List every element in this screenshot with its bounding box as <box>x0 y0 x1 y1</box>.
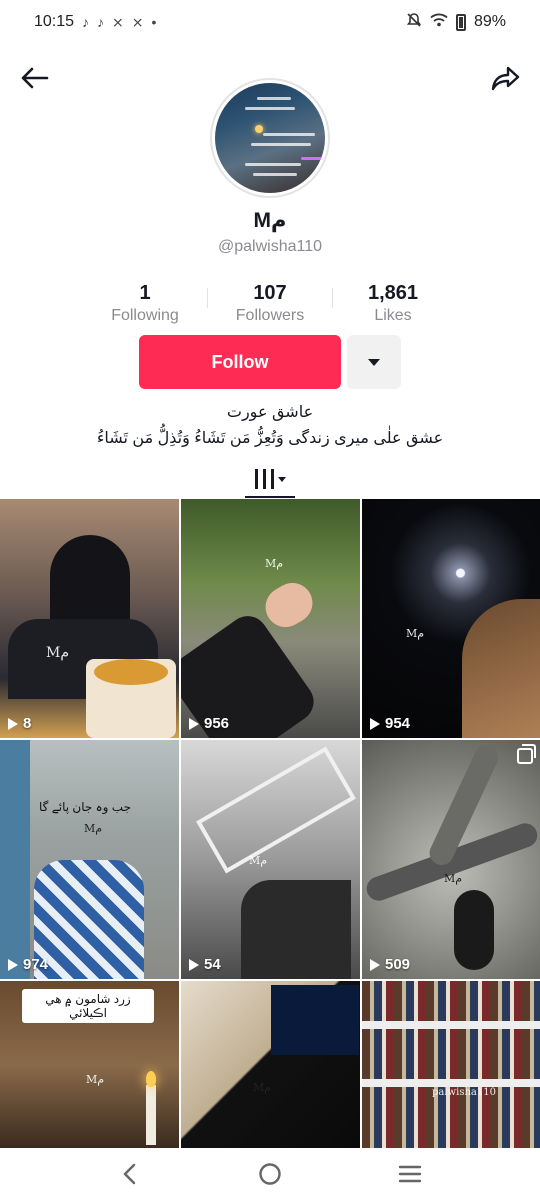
video-watermark: palwisha110 <box>432 1087 496 1098</box>
play-icon <box>370 717 380 730</box>
video-watermark: Mم <box>249 854 268 867</box>
avatar-image <box>215 83 325 193</box>
video-thumbnail[interactable]: Mم <box>181 981 360 1149</box>
username: @palwisha110 <box>217 238 322 255</box>
video-watermark: Mم <box>253 1081 272 1094</box>
tiktok-notification-icon: ♪ <box>97 14 105 30</box>
video-watermark: Mم <box>406 627 425 640</box>
video-thumbnail[interactable]: Mم 54 <box>181 740 360 979</box>
system-navigation-bar <box>0 1148 540 1200</box>
likes-count: 1,861 <box>367 282 419 304</box>
followers-count: 107 <box>253 282 287 304</box>
followers-stat[interactable]: 107 Followers <box>205 282 335 325</box>
dropdown-triangle-icon <box>368 358 380 366</box>
video-caption: جب وہ جان پائے گا <box>39 800 131 814</box>
play-icon <box>189 958 199 971</box>
tab-active-indicator <box>245 496 295 498</box>
likes-stat[interactable]: 1,861 Likes <box>328 282 458 325</box>
video-thumbnail[interactable]: Mم 954 <box>362 499 540 738</box>
videos-grid-icon <box>254 469 274 489</box>
back-arrow-icon <box>21 67 49 89</box>
suggested-accounts-button[interactable] <box>347 335 401 389</box>
back-button[interactable] <box>14 58 54 98</box>
mute-icon <box>406 12 422 33</box>
video-watermark: Mم <box>46 645 70 661</box>
play-icon <box>8 958 18 971</box>
view-count: 8 <box>8 715 31 732</box>
view-count: 954 <box>370 715 410 732</box>
video-thumbnail[interactable]: Mم 509 <box>362 740 540 979</box>
battery-level: 89% <box>473 13 506 30</box>
following-stat[interactable]: 1 Following <box>80 282 210 325</box>
android-back-icon <box>123 1163 136 1185</box>
status-time: 10:15 <box>34 13 75 30</box>
view-count: 974 <box>8 956 48 973</box>
followers-label: Followers <box>235 307 305 324</box>
android-recents-icon <box>398 1165 422 1183</box>
video-watermark: Mم <box>265 557 284 570</box>
battery-icon <box>455 13 466 31</box>
content-tab-bar <box>0 458 540 500</box>
status-left: 10:15 ♪ ♪ ⨯ ⨯ • <box>34 13 156 31</box>
play-icon <box>370 958 380 971</box>
status-bar: 10:15 ♪ ♪ ⨯ ⨯ • 89% <box>0 0 540 44</box>
avatar[interactable] <box>210 78 330 198</box>
wifi-icon <box>430 13 448 32</box>
following-count: 1 <box>139 282 151 304</box>
bio-line-1: عاشق عورت <box>226 404 314 421</box>
bio-line-2: عشق علٰی میری زندگی وَتُعِزُّ مَن تَشَاء… <box>96 430 444 447</box>
multi-photo-icon <box>517 744 536 764</box>
android-home-icon <box>259 1163 281 1185</box>
system-recents-button[interactable] <box>385 1154 435 1194</box>
video-thumbnail[interactable]: Mم 8 <box>0 499 179 738</box>
chevron-down-icon <box>277 476 286 482</box>
capcut-icon: ⨯ <box>112 13 124 30</box>
video-thumbnail[interactable]: زرد شامون ۾ ھي اڪيلائي Mم <box>0 981 179 1149</box>
share-button[interactable] <box>486 58 526 98</box>
share-arrow-icon <box>491 66 520 91</box>
video-thumbnail[interactable]: جب وہ جان پائے گا Mم 974 <box>0 740 179 979</box>
video-watermark: Mم <box>84 822 103 835</box>
tiktok-notification-icon: ♪ <box>82 14 90 30</box>
capcut-icon: ⨯ <box>131 13 144 30</box>
following-label: Following <box>111 307 179 324</box>
system-back-button[interactable] <box>105 1154 155 1194</box>
play-icon <box>189 717 199 730</box>
video-watermark: Mم <box>86 1073 105 1086</box>
dot-icon: • <box>151 14 157 30</box>
follow-button[interactable]: Follow <box>139 335 341 389</box>
status-right: 89% <box>406 12 506 33</box>
video-grid: Mم 8 Mم 956 Mم 954 جب وہ جان پائے گا Mم … <box>0 499 540 1149</box>
play-icon <box>8 717 18 730</box>
tab-videos[interactable] <box>245 460 295 498</box>
video-watermark: Mم <box>444 872 463 885</box>
video-caption: زرد شامون ۾ ھي اڪيلائي <box>22 989 154 1023</box>
display-name: Mم <box>253 209 287 232</box>
video-thumbnail[interactable]: palwisha110 <box>362 981 540 1149</box>
profile-stats: 1 Following 107 Followers 1,861 Likes <box>0 282 540 326</box>
system-home-button[interactable] <box>245 1154 295 1194</box>
view-count: 509 <box>370 956 410 973</box>
view-count: 956 <box>189 715 229 732</box>
likes-label: Likes <box>374 307 412 324</box>
view-count: 54 <box>189 956 221 973</box>
video-thumbnail[interactable]: Mم 956 <box>181 499 360 738</box>
